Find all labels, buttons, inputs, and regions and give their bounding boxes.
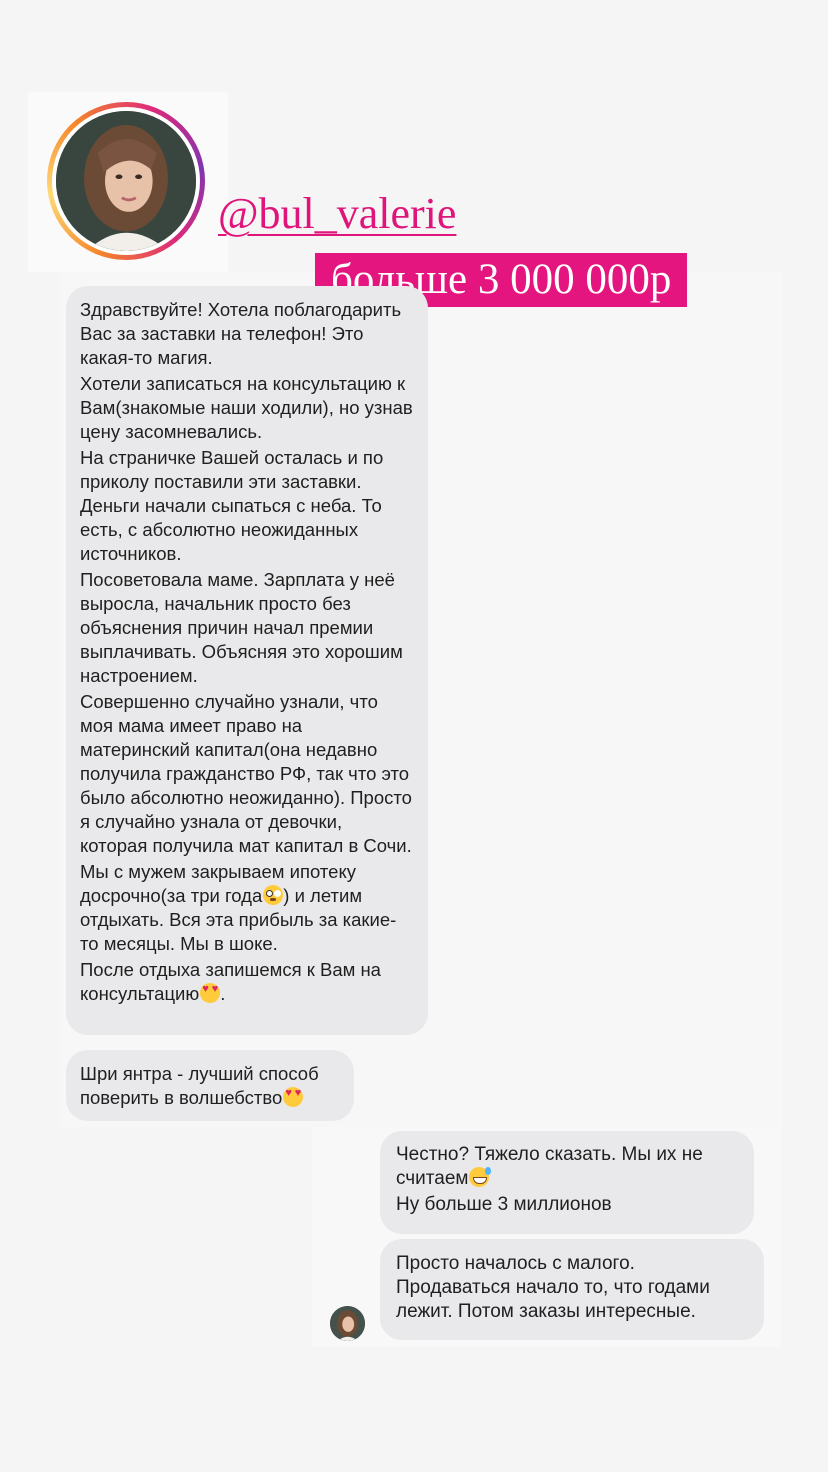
profile-avatar[interactable] [56,111,196,251]
heart-eyes-icon [283,1087,304,1107]
message-text: Просто началось с малого. Продаваться на… [396,1253,710,1322]
message-paragraph: Честно? Тяжело сказать. Мы их не считаем [396,1143,738,1191]
message-paragraph: На страничке Вашей осталась и по приколу… [80,447,384,564]
story-ring[interactable] [47,102,205,260]
heart-eyes-icon [200,983,221,1003]
sender-avatar[interactable] [330,1306,365,1341]
message-paragraph: Хотели записаться на консультацию к Вам(… [80,373,413,442]
profile-photo-icon [56,111,196,251]
message-text: Честно? Тяжело сказать. Мы их не считаем [396,1144,703,1189]
profile-handle-link[interactable]: @bul_valerie [218,192,456,236]
outgoing-message-bubble[interactable]: Просто началось с малого. Продаваться на… [380,1239,764,1340]
message-paragraph: Совершенно случайно узнали, что моя мама… [80,691,412,856]
outgoing-message-bubble[interactable]: Честно? Тяжело сказать. Мы их не считаем… [380,1131,754,1234]
message-paragraph: Мы с мужем закрываем ипотеку досрочно(за… [80,860,414,956]
message-text: После отдыха запишемся к Вам на консульт… [80,959,381,1004]
message-paragraph: Здравствуйте! Хотела поблагодарить Вас з… [80,299,402,368]
grinning-sweat-icon [469,1167,492,1187]
flushed-face-icon [263,885,284,905]
profile-photo-icon [330,1306,365,1341]
incoming-message-bubble[interactable]: Здравствуйте! Хотела поблагодарить Вас з… [66,286,428,1035]
message-paragraph: После отдыха запишемся к Вам на консульт… [80,958,414,1006]
message-paragraph: Посоветовала маме. Зарплата у неё выросл… [80,569,403,686]
message-text: . [220,983,226,1004]
message-paragraph: Ну больше 3 миллионов [396,1194,612,1215]
message-text: Шри янтра - лучший способ поверить в вол… [80,1063,319,1108]
incoming-message-bubble[interactable]: Шри янтра - лучший способ поверить в вол… [66,1050,354,1121]
